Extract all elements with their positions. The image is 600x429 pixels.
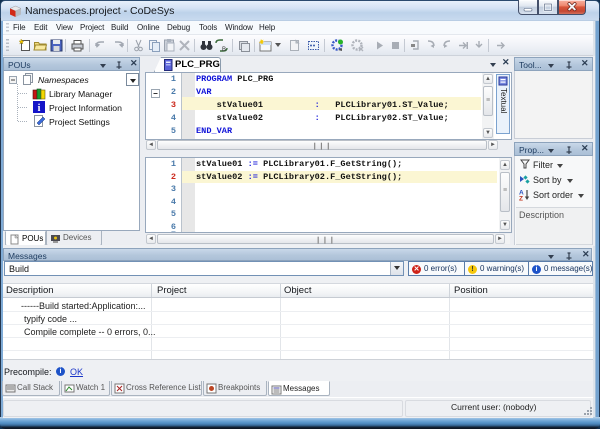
svg-text:B: B	[222, 47, 226, 53]
svg-text:Z: Z	[519, 196, 523, 202]
svg-text:i: i	[38, 103, 41, 114]
